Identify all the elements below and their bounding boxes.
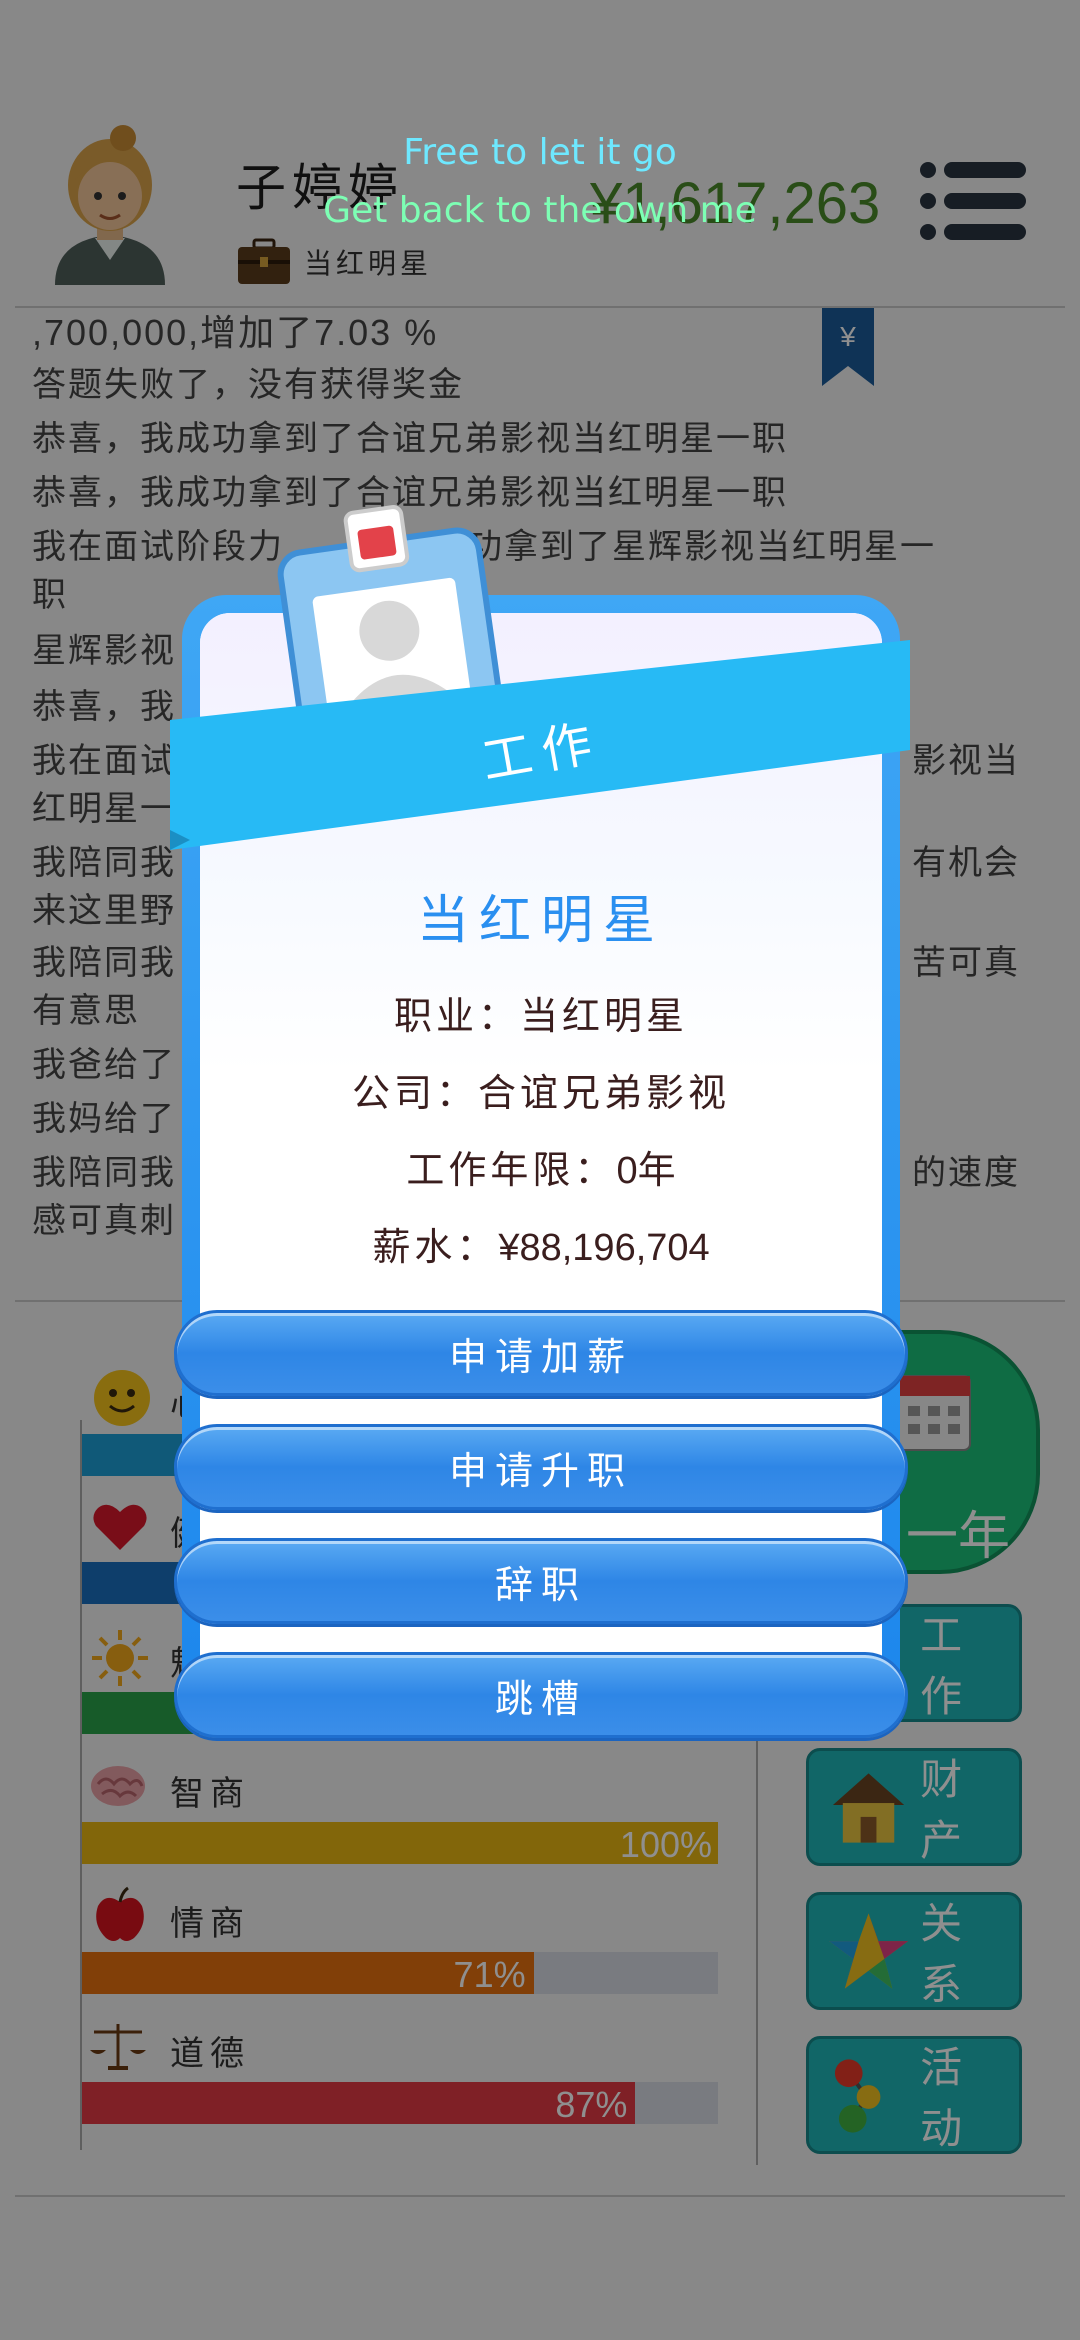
lyric-line-2: Get back to the own me [323,190,757,231]
lyric-line-1: Free to let it go [403,132,677,173]
company-row: 公司：合谊兄弟影视 [182,1062,900,1117]
salary-value: ¥88,196,704 [498,1227,710,1269]
request-raise-label: 申请加薪 [448,1334,633,1379]
years-label: 工作年限： [406,1148,617,1192]
salary-row: 薪水：¥88,196,704 [182,1216,900,1271]
company-label: 公司： [351,1071,478,1115]
company-value: 合谊兄弟影视 [478,1071,731,1115]
occupation-label: 职业： [393,994,520,1038]
change-job-button[interactable]: 跳槽 [174,1652,908,1738]
salary-label: 薪水： [372,1225,499,1269]
occupation-value: 当红明星 [520,994,689,1038]
job-title: 当红明星 [416,891,665,951]
years-value: 0年 [616,1150,676,1192]
request-raise-button[interactable]: 申请加薪 [174,1310,908,1396]
change-job-label: 跳槽 [494,1676,587,1721]
resign-label: 辞职 [494,1562,587,1607]
request-promotion-button[interactable]: 申请升职 [174,1424,908,1510]
request-promotion-label: 申请升职 [448,1448,633,1493]
years-row: 工作年限：0年 [182,1139,900,1194]
resign-button[interactable]: 辞职 [174,1538,908,1624]
occupation-row: 职业：当红明星 [182,985,900,1040]
